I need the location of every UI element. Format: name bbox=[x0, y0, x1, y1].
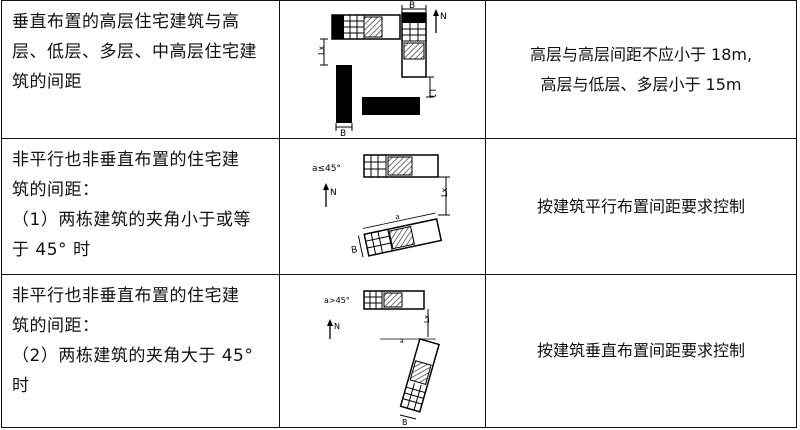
north-label: N bbox=[334, 322, 340, 331]
building-top bbox=[363, 154, 439, 178]
north-label: N bbox=[440, 12, 447, 22]
row-description: 非平行也非垂直布置的住宅建 筑的间距： （2）两栋建筑的夹角大于 45° 时 bbox=[2, 275, 280, 427]
building-rotated bbox=[399, 338, 440, 413]
req-line: 按建筑平行布置间距要求控制 bbox=[536, 196, 745, 216]
req-line: 按建筑垂直布置间距要求控制 bbox=[536, 341, 745, 360]
dim-label-b-bottom: B bbox=[340, 129, 346, 138]
perpendicular-layout-diagram: B N Lx L1 B bbox=[317, 1, 447, 139]
dim-label-lx: Lx bbox=[317, 46, 326, 55]
angle-a-label: a bbox=[400, 338, 404, 345]
building-left bbox=[336, 65, 352, 123]
dim-label-b: B bbox=[402, 418, 408, 426]
desc-line: 于 45° 时 bbox=[12, 240, 91, 260]
row-requirement: 按建筑平行布置间距要求控制 bbox=[486, 139, 796, 274]
row-diagram: B N Lx L1 B bbox=[280, 1, 486, 139]
desc-line: 筑的间距： bbox=[12, 180, 100, 200]
desc-line: 非平行也非垂直布置的住宅建 bbox=[12, 286, 240, 306]
angle-label: a≤45° bbox=[312, 164, 341, 174]
row-description: 垂直布置的高层住宅建筑与高 层、低层、多层、中高层住宅建 筑的间距 bbox=[2, 1, 280, 138]
req-line: 高层与低层、多层小于 15m bbox=[540, 74, 742, 94]
dim-label-l1: L1 bbox=[428, 89, 437, 99]
row-requirement: 高层与高层间距不应小于 18m, 高层与低层、多层小于 15m bbox=[486, 1, 796, 138]
desc-line: 筑的间距 bbox=[12, 72, 82, 92]
building-bottom bbox=[362, 97, 420, 115]
row-diagram: a>45° N Lx a B bbox=[280, 275, 486, 427]
desc-line: 非平行也非垂直布置的住宅建 bbox=[12, 150, 240, 170]
building-right bbox=[401, 12, 427, 78]
north-label: N bbox=[330, 188, 337, 198]
building-top bbox=[331, 14, 401, 40]
obtuse-angle-layout-diagram: a>45° N Lx a B bbox=[324, 290, 440, 427]
angle-label: a>45° bbox=[324, 296, 350, 305]
acute-angle-layout-diagram: a≤45° N Lx a B bbox=[312, 154, 450, 258]
req-line: 高层与高层间距不应小于 18m, bbox=[529, 44, 753, 64]
desc-line: （1）两栋建筑的夹角小于或等 bbox=[12, 210, 251, 230]
desc-line: 垂直布置的高层住宅建筑与高 bbox=[12, 12, 240, 32]
table-row: 非平行也非垂直布置的住宅建 筑的间距： （1）两栋建筑的夹角小于或等 于 45°… bbox=[1, 139, 797, 275]
desc-line: 筑的间距： bbox=[12, 316, 100, 336]
angle-a-label: a bbox=[395, 213, 401, 222]
dim-label-lx: Lx bbox=[423, 315, 431, 323]
spacing-table: 垂直布置的高层住宅建筑与高 层、低层、多层、中高层住宅建 筑的间距 B N Lx… bbox=[1, 0, 797, 428]
row-requirement: 按建筑垂直布置间距要求控制 bbox=[486, 275, 796, 427]
building-top bbox=[363, 290, 425, 310]
north-arrow-icon bbox=[327, 319, 333, 339]
desc-line: （2）两栋建筑的夹角大于 45° bbox=[12, 346, 254, 366]
north-arrow-icon bbox=[433, 9, 439, 33]
north-arrow-icon bbox=[323, 183, 329, 207]
table-row: 垂直布置的高层住宅建筑与高 层、低层、多层、中高层住宅建 筑的间距 B N Lx… bbox=[1, 0, 797, 139]
table-row: 非平行也非垂直布置的住宅建 筑的间距： （2）两栋建筑的夹角大于 45° 时 a… bbox=[1, 275, 797, 428]
dim-label-lx: Lx bbox=[440, 188, 449, 197]
desc-line: 时 bbox=[12, 376, 30, 396]
dim-label-b: B bbox=[350, 245, 358, 256]
building-rotated: a B bbox=[350, 213, 443, 258]
row-diagram: a≤45° N Lx a B bbox=[280, 139, 486, 274]
dim-label-b: B bbox=[409, 1, 415, 11]
desc-line: 层、低层、多层、中高层住宅建 bbox=[12, 42, 257, 62]
row-description: 非平行也非垂直布置的住宅建 筑的间距： （1）两栋建筑的夹角小于或等 于 45°… bbox=[2, 139, 280, 274]
